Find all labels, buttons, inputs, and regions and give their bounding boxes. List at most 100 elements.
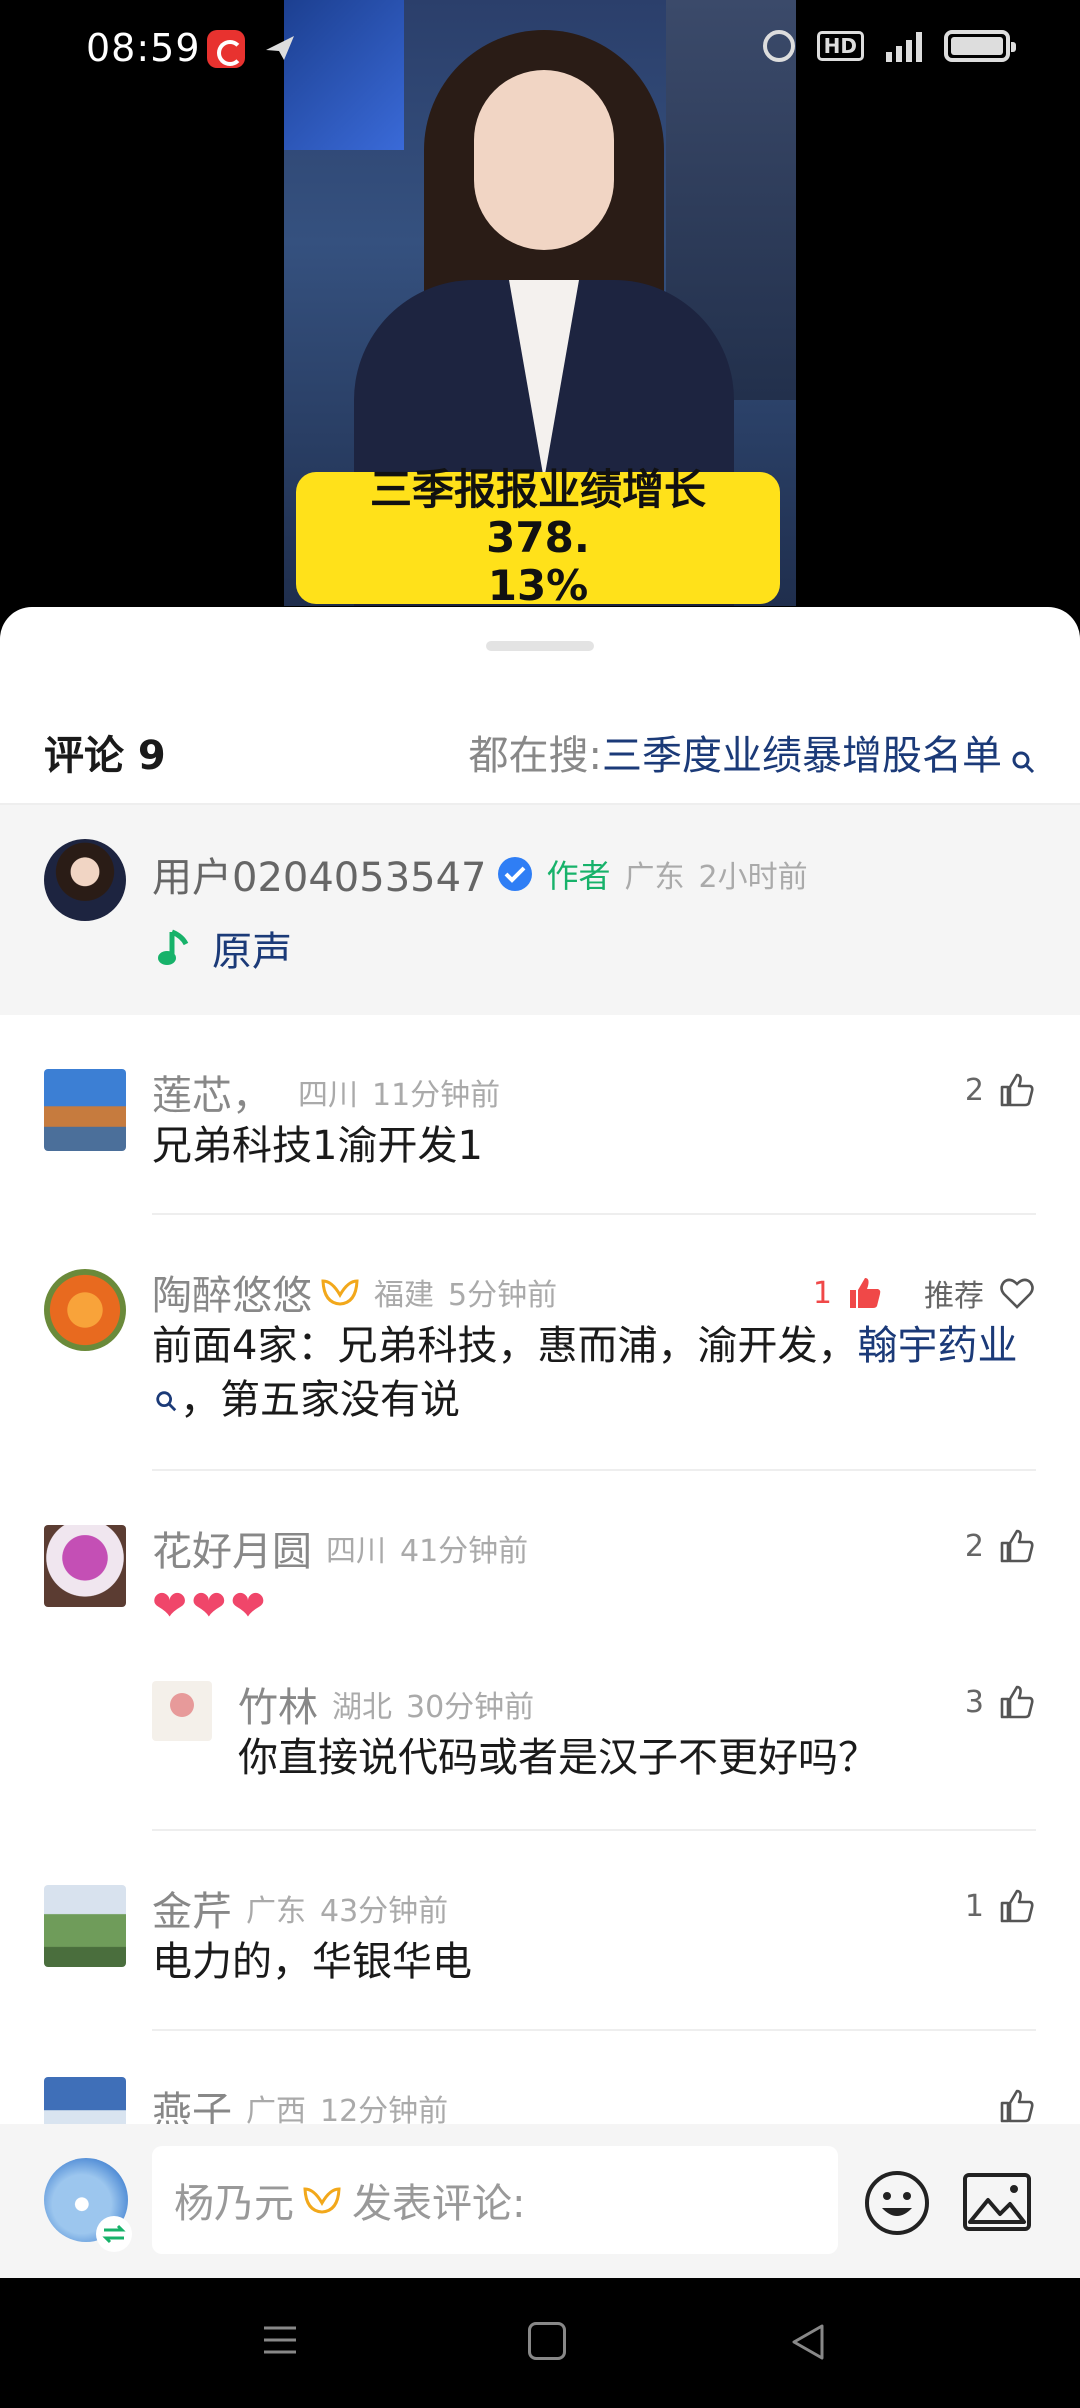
system-navigation-bar (0, 2278, 1080, 2408)
author-avatar[interactable] (44, 839, 126, 921)
author-tag: 作者 (546, 857, 611, 895)
input-placeholder: 发表评论: (352, 2181, 526, 2227)
comment-text: ❤❤❤ (152, 1579, 270, 1634)
comment-name-row: 陶醉悠悠 福建 5分钟前 (152, 1263, 557, 1321)
comment-text: 前面4家：兄弟科技，惠而浦，渝开发，翰宇药业 ，第五家没有说 (152, 1319, 1036, 1427)
comment-time: 41分钟前 (400, 1534, 529, 1569)
switch-account-icon[interactable] (96, 2216, 132, 2252)
comment-name-row: 莲芯， 四川 11分钟前 (152, 1063, 500, 1121)
back-icon[interactable] (790, 2322, 826, 2362)
comment-item: 花好月圆 四川 41分钟前 ❤❤❤ 2 竹林 湖北 30分钟前 你直接说代码或者… (0, 1515, 1080, 1825)
status-bar: 08:59 HD (0, 0, 1080, 96)
like-count: 2 (964, 1072, 984, 1108)
thumbs-up-filled-icon[interactable] (846, 1274, 884, 1312)
comment-time: 43分钟前 (320, 1894, 449, 1929)
comment-sheet: 评论 9 都在搜: 三季度业绩暴增股名单 用户0204053547 作者 广东 … (0, 607, 1080, 2278)
reply-text: 你直接说代码或者是汉子不更好吗？ (238, 1735, 878, 1781)
author-name-row: 用户0204053547 作者 广东 2小时前 (152, 845, 808, 903)
comments-header: 评论 9 都在搜: 三季度业绩暴增股名单 (0, 707, 1080, 803)
drag-handle[interactable] (486, 641, 594, 651)
fan-badge-icon (303, 2187, 341, 2214)
emoji-icon[interactable] (862, 2168, 932, 2238)
comment-location: 四川 (326, 1534, 386, 1569)
recents-icon[interactable] (262, 2322, 298, 2358)
video-caption-text: 三季报报业绩增长378. 13% (369, 465, 706, 607)
reply-avatar[interactable] (152, 1681, 212, 1741)
like-button[interactable]: 2 (965, 1071, 1036, 1109)
author-location: 广东 (624, 860, 685, 895)
thumbs-up-icon (1000, 1073, 1034, 1107)
comment-text-after: ，第五家没有说 (180, 1377, 460, 1423)
comment-location: 福建 (374, 1278, 434, 1313)
video-caption: 三季报报业绩增长378. 13% (296, 466, 780, 606)
thumbs-up-icon (1000, 1889, 1034, 1923)
like-button[interactable]: 3 (965, 1683, 1036, 1721)
hd-icon: HD (816, 31, 864, 61)
comment-author[interactable]: 陶醉悠悠 (152, 1263, 312, 1321)
reply-author[interactable]: 竹林 (238, 1675, 318, 1733)
comment-name-row: 金芹 广东 43分钟前 (152, 1879, 448, 1937)
music-label: 原声 (212, 929, 292, 975)
comment-avatar[interactable] (44, 1269, 126, 1351)
author-post: 用户0204053547 作者 广东 2小时前 原声 (0, 805, 1080, 1015)
like-button[interactable] (998, 2087, 1036, 2125)
heart-outline-icon[interactable] (998, 1274, 1036, 1312)
reply-item: 竹林 湖北 30分钟前 你直接说代码或者是汉子不更好吗？ 3 (0, 1671, 1080, 1811)
comment-text-hearts: ❤❤❤ (152, 1581, 270, 1630)
comment-avatar[interactable] (44, 1885, 126, 1967)
like-count: 2 (964, 1528, 984, 1564)
comment-divider (152, 1213, 1036, 1215)
comment-location: 广东 (246, 1894, 306, 1929)
comment-name-row: 花好月圆 四川 41分钟前 (152, 1519, 528, 1577)
stock-link[interactable]: 翰宇药业 (857, 1323, 1017, 1369)
verified-icon (497, 857, 532, 891)
comment-divider (152, 2029, 1036, 2031)
search-icon (156, 1391, 177, 1412)
send-notification-icon (266, 36, 294, 60)
comment-item: 莲芯， 四川 11分钟前 兄弟科技1渝开发1 2 (0, 1059, 1080, 1219)
comment-text-before: 前面4家：兄弟科技，惠而浦，渝开发， (152, 1323, 858, 1369)
image-icon[interactable] (962, 2172, 1032, 2232)
reply-name-row: 竹林 湖北 30分钟前 (238, 1675, 534, 1733)
comment-item: 陶醉悠悠 福建 5分钟前 1 推荐 前面4家：兄弟科技，惠而浦，渝开发，翰宇药业… (0, 1259, 1080, 1469)
comment-divider (152, 1829, 1036, 1831)
comment-text: 电力的，华银华电 (152, 1939, 472, 1985)
comment-author[interactable]: 莲芯， (152, 1063, 272, 1121)
status-icons: HD (762, 30, 1016, 62)
author-name[interactable]: 用户0204053547 (152, 845, 487, 903)
signal-icon (886, 30, 922, 62)
like-count: 1 (812, 1275, 832, 1311)
like-count: 3 (964, 1684, 984, 1720)
thumbs-up-icon (1000, 2089, 1034, 2123)
comment-divider (152, 1469, 1036, 1471)
comment-time: 11分钟前 (372, 1078, 501, 1113)
comment-text: 兄弟科技1渝开发1 (152, 1123, 483, 1169)
search-suggestion[interactable]: 都在搜: 三季度业绩暴增股名单 (469, 723, 1036, 781)
recommend-label[interactable]: 推荐 (924, 1271, 984, 1315)
like-count: 1 (964, 1888, 984, 1924)
comment-input[interactable]: 杨乃元 发表评论: (152, 2146, 838, 2254)
original-sound[interactable]: 原声 (156, 919, 292, 977)
thumbs-up-icon (1000, 1685, 1034, 1719)
comment-avatar[interactable] (44, 1069, 126, 1151)
search-term-link[interactable]: 三季度业绩暴增股名单 (602, 723, 1002, 781)
comment-avatar[interactable] (44, 1525, 126, 1607)
thumbs-up-icon (1000, 1529, 1034, 1563)
app-notification-icon (207, 30, 245, 68)
author-time: 2小时前 (698, 860, 808, 895)
input-username: 杨乃元 (174, 2181, 294, 2227)
music-note-icon (158, 929, 189, 965)
comment-time: 5分钟前 (448, 1278, 558, 1313)
comments-count-title: 评论 9 (44, 733, 166, 779)
home-icon[interactable] (528, 2322, 566, 2360)
comment-item: 金芹 广东 43分钟前 电力的，华银华电 1 (0, 1875, 1080, 2035)
comment-author[interactable]: 金芹 (152, 1879, 232, 1937)
comment-author[interactable]: 花好月圆 (152, 1519, 312, 1577)
status-time: 08:59 (86, 26, 201, 70)
alarm-icon (762, 30, 795, 62)
like-button[interactable]: 1 (965, 1887, 1036, 1925)
like-button[interactable]: 2 (965, 1527, 1036, 1565)
battery-icon (944, 30, 1016, 62)
fan-badge-icon (321, 1279, 359, 1306)
comment-location: 四川 (298, 1078, 358, 1113)
